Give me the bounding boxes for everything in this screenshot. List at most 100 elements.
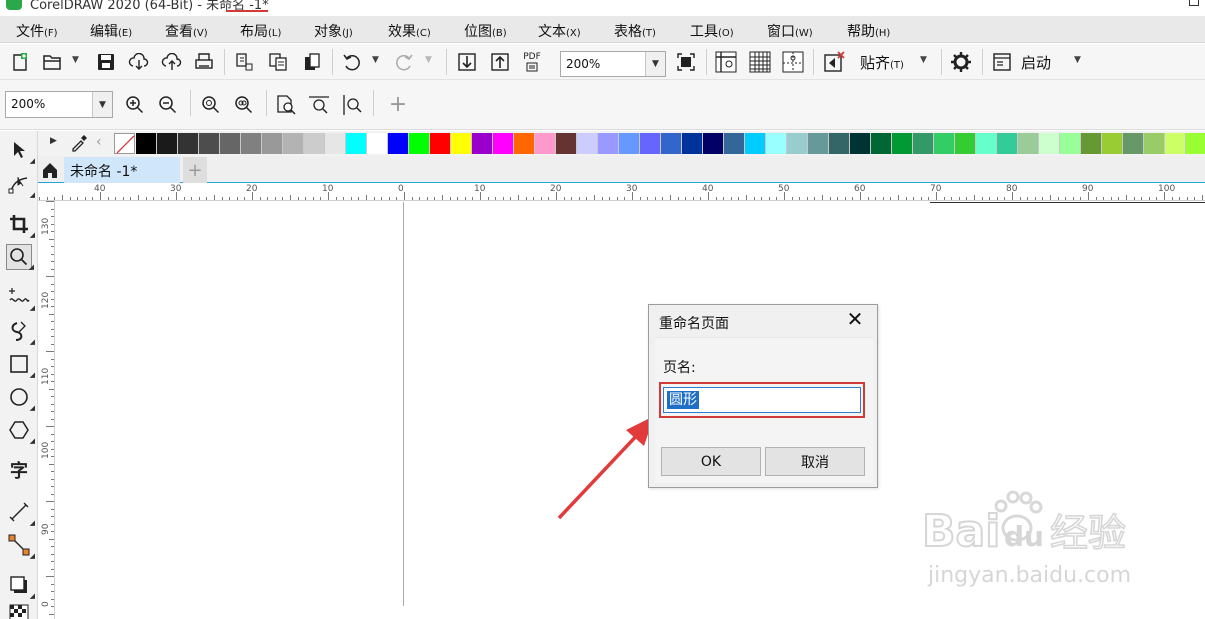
palette-scroll-icon[interactable]: ▶: [50, 136, 57, 146]
pick-tool-icon[interactable]: ◢: [6, 137, 35, 165]
color-swatch[interactable]: [262, 133, 283, 154]
color-swatch[interactable]: [430, 133, 451, 154]
connector-tool-icon[interactable]: ◢: [6, 532, 35, 560]
zoom-out-icon[interactable]: [156, 93, 180, 117]
zoom-level-combo[interactable]: 200% ▼: [560, 51, 666, 77]
horizontal-ruler[interactable]: 40 30 20 10 0 10 20 30 40 50 60 70 80 90 100: [38, 184, 1205, 201]
color-swatch[interactable]: [178, 133, 199, 154]
page-name-input[interactable]: 圆形: [663, 387, 861, 413]
redo-icon[interactable]: [392, 50, 416, 74]
color-swatch[interactable]: [724, 133, 745, 154]
artistic-media-tool-icon[interactable]: ◢: [6, 318, 35, 346]
undo-icon[interactable]: [340, 50, 364, 74]
color-swatch[interactable]: [661, 133, 682, 154]
open-dropdown-icon[interactable]: ▼: [72, 55, 79, 65]
show-guidelines-icon[interactable]: [781, 50, 805, 74]
import-arrow-icon[interactable]: [455, 50, 479, 74]
eyedropper-icon[interactable]: [70, 134, 88, 156]
color-swatch[interactable]: [808, 133, 829, 154]
new-tab-plus-icon[interactable]: +: [183, 157, 207, 183]
launch-window-icon[interactable]: [990, 50, 1014, 74]
color-swatch[interactable]: [619, 133, 640, 154]
text-tool-icon[interactable]: 字: [6, 457, 32, 483]
color-swatch[interactable]: [745, 133, 766, 154]
color-swatch[interactable]: [1186, 133, 1205, 154]
color-swatch[interactable]: [1081, 133, 1102, 154]
rectangle-tool-icon[interactable]: ◢: [6, 351, 35, 379]
zoom-page-width-icon[interactable]: [307, 93, 331, 117]
drop-shadow-tool-icon[interactable]: ◢: [6, 572, 35, 600]
show-rulers-icon[interactable]: [714, 50, 738, 74]
options-gear-icon[interactable]: [949, 50, 973, 74]
ok-button[interactable]: OK: [661, 447, 761, 476]
zoom-all-objects-icon[interactable]: [232, 93, 256, 117]
redo-dropdown-icon[interactable]: ▼: [425, 55, 432, 65]
undo-dropdown-icon[interactable]: ▼: [372, 55, 379, 65]
snap-to-menu[interactable]: 贴齐(T): [860, 52, 904, 73]
color-swatch[interactable]: [241, 133, 262, 154]
property-zoom-dropdown-icon[interactable]: ▼: [92, 92, 112, 117]
zoom-dropdown-icon[interactable]: ▼: [645, 52, 665, 76]
shape-tool-icon[interactable]: ◢: [6, 171, 35, 199]
color-swatch[interactable]: [136, 133, 157, 154]
vertical-ruler[interactable]: 130 120 110 100 90 0: [38, 201, 55, 619]
property-zoom-combo[interactable]: 200% ▼: [5, 91, 113, 118]
cancel-button[interactable]: 取消: [765, 447, 865, 476]
color-swatch[interactable]: [682, 133, 703, 154]
color-swatch[interactable]: [787, 133, 808, 154]
zoom-selected-icon[interactable]: [199, 93, 223, 117]
full-screen-icon[interactable]: [674, 50, 698, 74]
save-icon[interactable]: [94, 50, 118, 74]
color-swatch[interactable]: [514, 133, 535, 154]
menu-text[interactable]: 文本(X): [538, 21, 581, 41]
color-swatch[interactable]: [577, 133, 598, 154]
import-icon[interactable]: [232, 50, 256, 74]
menu-tools[interactable]: 工具(O): [690, 21, 734, 41]
color-swatch[interactable]: [325, 133, 346, 154]
color-swatch[interactable]: [997, 133, 1018, 154]
zoom-page-icon[interactable]: [274, 93, 298, 117]
color-swatch[interactable]: [220, 133, 241, 154]
color-swatch[interactable]: [535, 133, 556, 154]
color-swatch[interactable]: [493, 133, 514, 154]
color-swatch[interactable]: [556, 133, 577, 154]
zoom-in-icon[interactable]: [123, 93, 147, 117]
transparency-tool-icon[interactable]: [6, 601, 32, 619]
snap-dropdown-icon[interactable]: ▼: [920, 55, 927, 65]
launch-label[interactable]: 启动: [1021, 52, 1051, 73]
color-swatch[interactable]: [1165, 133, 1186, 154]
menu-object[interactable]: 对象(J): [314, 21, 353, 41]
menu-view[interactable]: 查看(V): [165, 21, 208, 41]
zoom-tool-icon[interactable]: ◢: [6, 244, 34, 271]
color-swatch[interactable]: [283, 133, 304, 154]
color-swatch[interactable]: [1144, 133, 1165, 154]
color-swatch[interactable]: [703, 133, 724, 154]
color-swatch[interactable]: [976, 133, 997, 154]
color-swatch[interactable]: [913, 133, 934, 154]
zoom-page-height-icon[interactable]: [340, 93, 364, 117]
color-swatch[interactable]: [955, 133, 976, 154]
color-swatch[interactable]: [199, 133, 220, 154]
new-document-icon[interactable]: [8, 50, 32, 74]
export-pdf-icon[interactable]: PDF: [520, 50, 544, 74]
color-swatch[interactable]: [766, 133, 787, 154]
color-swatch[interactable]: [451, 133, 472, 154]
color-swatch[interactable]: [598, 133, 619, 154]
launch-dropdown-icon[interactable]: ▼: [1074, 55, 1081, 65]
color-swatch[interactable]: [850, 133, 871, 154]
menu-file[interactable]: 文件(F): [16, 21, 58, 41]
color-swatch[interactable]: [157, 133, 178, 154]
color-swatch[interactable]: [871, 133, 892, 154]
color-swatch[interactable]: [1060, 133, 1081, 154]
menu-help[interactable]: 帮助(H): [847, 21, 890, 41]
color-swatch[interactable]: [304, 133, 325, 154]
color-swatch[interactable]: [1039, 133, 1060, 154]
menu-window[interactable]: 窗口(W): [767, 21, 813, 41]
cloud-upload-icon[interactable]: [160, 50, 184, 74]
color-swatch[interactable]: [1123, 133, 1144, 154]
color-swatch[interactable]: [640, 133, 661, 154]
close-icon[interactable]: ✕: [843, 307, 867, 331]
cloud-download-icon[interactable]: [127, 50, 151, 74]
document-tab[interactable]: 未命名 -1*: [64, 157, 180, 183]
add-icon[interactable]: +: [386, 92, 410, 117]
